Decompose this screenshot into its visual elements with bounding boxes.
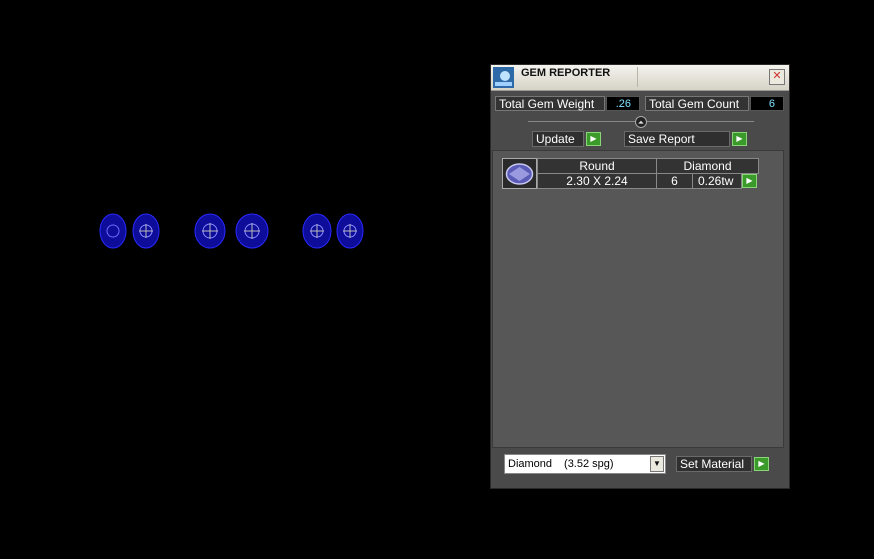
gem-round-3[interactable] <box>194 212 226 250</box>
material-select[interactable]: Diamond (3.52 spg) ▼ <box>504 454 666 474</box>
set-material-button-label: Set Material <box>680 457 745 471</box>
total-gem-weight-value: .26 <box>606 96 640 111</box>
row-go-icon[interactable]: ▶ <box>742 174 757 188</box>
gem-size-cell: 2.30 X 2.24 <box>537 173 657 189</box>
total-gem-weight-label: Total Gem Weight <box>495 96 605 111</box>
save-report-go-icon[interactable]: ▶ <box>732 132 747 146</box>
title-bar[interactable]: GEM REPORTER ✕ <box>491 65 789 91</box>
gem-material-cell: Diamond <box>656 158 759 174</box>
dropdown-arrow-icon[interactable]: ▼ <box>650 456 664 472</box>
gem-count-cell: 6 <box>656 173 693 189</box>
close-icon[interactable]: ✕ <box>769 69 785 85</box>
round-gem-thumbnail[interactable] <box>502 158 537 189</box>
gem-shape-cell: Round <box>537 158 657 174</box>
set-material-go-icon[interactable]: ▶ <box>754 457 769 471</box>
window-title: GEM REPORTER <box>521 67 611 79</box>
report-list[interactable]: Round Diamond 2.30 X 2.24 6 0.26tw ▶ <box>492 150 784 448</box>
update-button-label: Update <box>536 132 575 146</box>
gem-reporter-icon <box>493 67 514 88</box>
gem-round-4[interactable] <box>235 212 269 250</box>
update-go-icon[interactable]: ▶ <box>586 132 601 146</box>
title-divider <box>637 67 638 87</box>
material-name: Diamond <box>508 458 553 470</box>
save-report-button[interactable]: Save Report <box>624 131 730 147</box>
gem-reporter-panel: GEM REPORTER ✕ Total Gem Weight .26 Tota… <box>490 64 790 489</box>
splitter-handle-icon[interactable]: ⏶ <box>635 116 647 128</box>
set-material-button[interactable]: Set Material <box>676 456 752 472</box>
material-spg: (3.52 spg) <box>564 458 614 470</box>
gem-weight-cell: 0.26tw <box>692 173 742 189</box>
gem-round-5[interactable] <box>302 212 332 250</box>
total-gem-count-label: Total Gem Count <box>645 96 749 111</box>
update-button[interactable]: Update <box>532 131 584 147</box>
total-gem-count-value: 6 <box>750 96 784 111</box>
gem-round-2[interactable] <box>132 212 160 250</box>
gem-round-6[interactable] <box>336 212 364 250</box>
save-report-button-label: Save Report <box>628 132 695 146</box>
gem-round-1[interactable] <box>99 212 127 250</box>
